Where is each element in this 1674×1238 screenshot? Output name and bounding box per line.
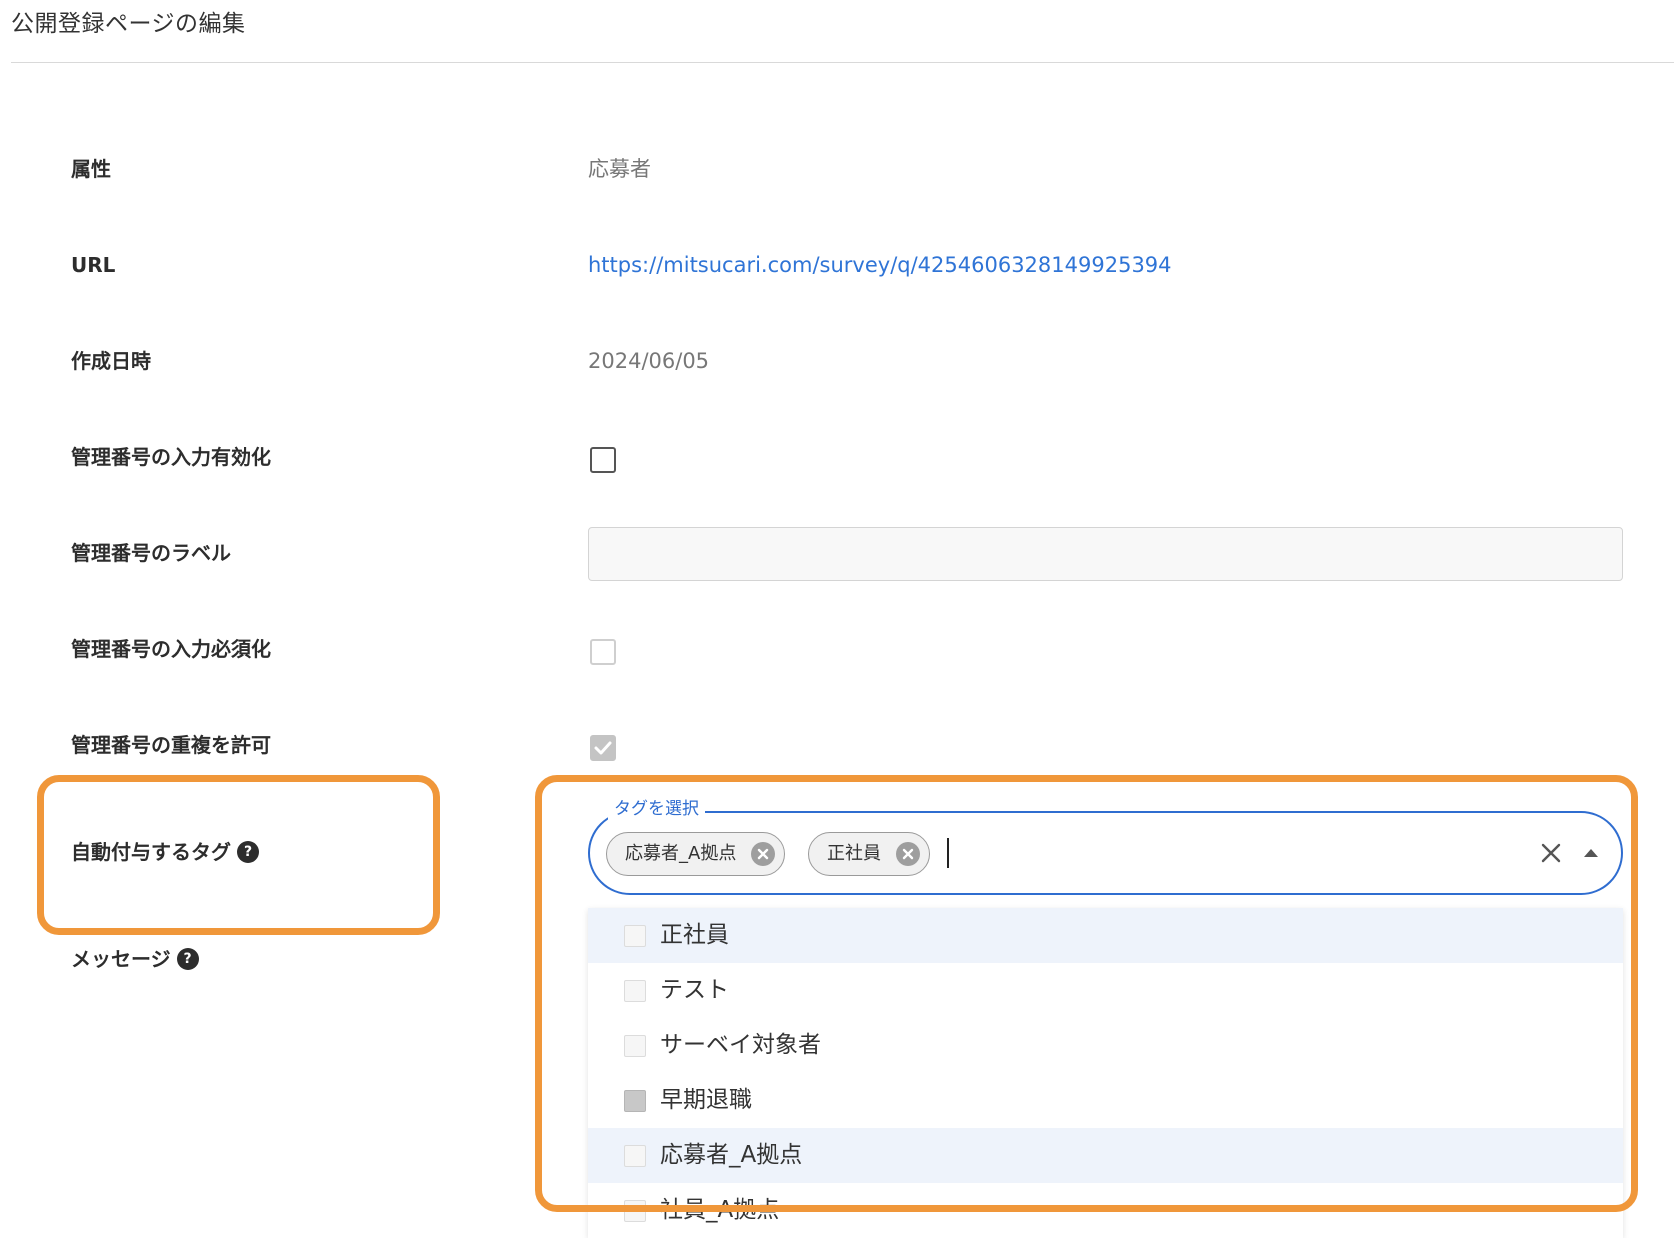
enable-mgmt-number-checkbox[interactable]	[590, 447, 616, 473]
created-at-value: 2024/06/05	[588, 349, 710, 373]
title-divider	[11, 62, 1674, 63]
tag-option[interactable]: テスト	[588, 963, 1623, 1018]
selected-tag-chip-label: 応募者_A拠点	[625, 843, 737, 864]
attribute-value: 応募者	[588, 157, 651, 181]
allow-duplicate-label: 管理番号の重複を許可	[71, 733, 271, 757]
tag-select-floating-label: タグを選択	[608, 798, 705, 820]
tag-option[interactable]: サーベイ対象者	[588, 1018, 1623, 1073]
allow-duplicate-checkbox[interactable]	[590, 735, 616, 761]
question-circle-icon[interactable]: ?	[237, 840, 259, 863]
url-label: URL	[71, 253, 116, 277]
question-circle-icon[interactable]: ?	[176, 947, 199, 970]
tag-option-label: 応募者_A拠点	[660, 1142, 803, 1168]
attribute-label: 属性	[71, 157, 111, 181]
tag-option[interactable]: 早期退職	[588, 1073, 1623, 1128]
require-mgmt-number-checkbox[interactable]	[590, 639, 616, 665]
tag-option-checkbox[interactable]	[624, 1090, 646, 1112]
tag-option-label: テスト	[660, 977, 729, 1003]
message-label-text: メッセージ	[71, 947, 171, 971]
tag-option-label: 社員_A拠点	[660, 1197, 780, 1223]
tag-option[interactable]: 応募者_A拠点	[588, 1128, 1623, 1183]
survey-url-link[interactable]: https://mitsucari.com/survey/q/425460632…	[588, 251, 1172, 279]
message-label: メッセージ?	[71, 945, 199, 973]
tag-options-dropdown: 正社員 テスト サーベイ対象者 早期退職 応募者_A拠点 社員_A拠点	[588, 908, 1623, 1238]
tag-option-label: 早期退職	[660, 1087, 752, 1113]
tag-option-checkbox[interactable]	[624, 925, 646, 947]
edit-public-registration-page: 公開登録ページの編集 属性 応募者 URL https://mitsucari.…	[0, 0, 1674, 1238]
selected-tag-chip[interactable]: 正社員	[808, 832, 930, 876]
tag-option-checkbox[interactable]	[624, 1145, 646, 1167]
tag-option-checkbox[interactable]	[624, 980, 646, 1002]
tag-option[interactable]: 正社員	[588, 908, 1623, 963]
mgmt-number-label-label: 管理番号のラベル	[71, 541, 231, 565]
close-icon[interactable]	[1540, 842, 1562, 864]
text-caret	[947, 838, 949, 868]
check-icon	[594, 741, 612, 755]
page-title: 公開登録ページの編集	[11, 11, 246, 37]
tag-option-checkbox[interactable]	[624, 1200, 646, 1222]
tag-option-label: 正社員	[660, 922, 729, 948]
auto-tags-label-text: 自動付与するタグ	[71, 840, 231, 864]
arrow-up-icon[interactable]	[1583, 848, 1599, 858]
tag-option-checkbox[interactable]	[624, 1035, 646, 1057]
close-circle-icon[interactable]	[751, 842, 776, 866]
selected-tag-chip[interactable]: 応募者_A拠点	[606, 832, 786, 876]
selected-tag-chip-label: 正社員	[827, 843, 881, 864]
enable-mgmt-number-label: 管理番号の入力有効化	[71, 445, 271, 469]
created-at-label: 作成日時	[71, 349, 151, 373]
require-mgmt-number-label: 管理番号の入力必須化	[71, 637, 271, 661]
tag-option-label: サーベイ対象者	[660, 1032, 821, 1058]
mgmt-number-label-input[interactable]	[588, 527, 1623, 581]
auto-tags-label: 自動付与するタグ?	[71, 838, 259, 866]
close-circle-icon[interactable]	[896, 842, 920, 866]
tag-option[interactable]: 社員_A拠点	[588, 1183, 1623, 1238]
